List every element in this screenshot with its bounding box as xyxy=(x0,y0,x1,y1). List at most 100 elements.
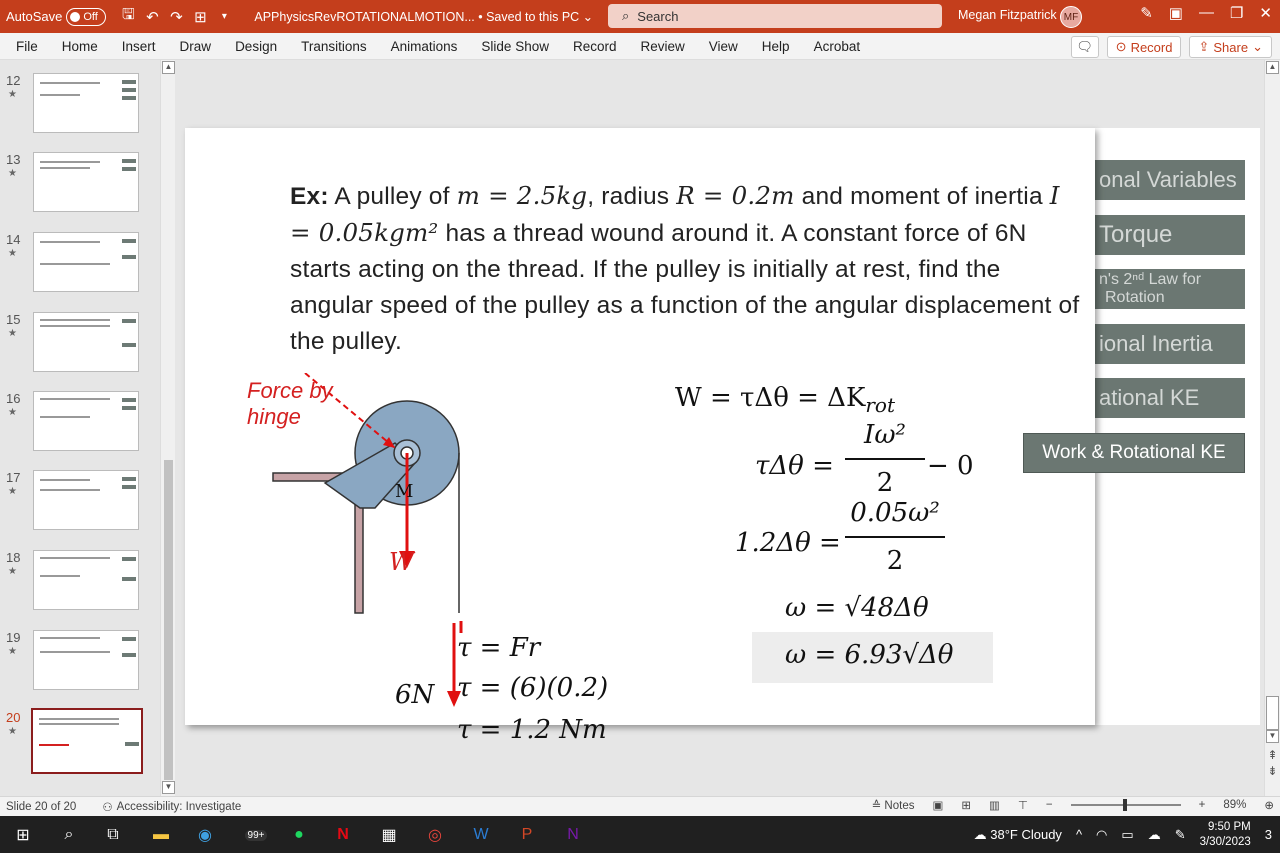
user-name[interactable]: Megan Fitzpatrick xyxy=(958,8,1057,22)
slide-sorter-icon[interactable]: ⊞ xyxy=(961,798,971,812)
menu-work-rotational-ke[interactable]: Work & Rotational KE xyxy=(1023,433,1245,473)
mail-icon[interactable]: 99+ xyxy=(238,822,274,848)
menu-newtons-law[interactable]: n's 2ⁿᵈ Law for Rotation xyxy=(1095,269,1245,309)
powerpoint-icon[interactable]: P xyxy=(514,822,540,848)
minimize-icon[interactable]: — xyxy=(1199,4,1214,22)
animation-star-icon: ★ xyxy=(8,646,17,657)
pen-icon[interactable]: ✎ xyxy=(1175,827,1186,843)
thumbnail-scrollbar[interactable]: ▲ ▼ xyxy=(160,60,175,796)
tab-slide-show[interactable]: Slide Show xyxy=(469,39,561,54)
edge-icon[interactable]: ◉ xyxy=(192,822,218,848)
tab-draw[interactable]: Draw xyxy=(168,39,224,54)
scroll-up-icon[interactable]: ▲ xyxy=(162,61,175,74)
six-newton-label: 6N xyxy=(395,680,435,710)
scroll-up-icon[interactable]: ▲ xyxy=(1266,61,1279,74)
windows-start-icon[interactable]: ⊞ xyxy=(10,822,36,848)
save-icon[interactable]: 🖫 xyxy=(116,4,140,29)
scroll-down-icon[interactable]: ▼ xyxy=(162,781,175,794)
slide[interactable]: Ex: A pulley of m = 2.5kg, radius R = 0.… xyxy=(185,128,1095,745)
ribbon-display-icon[interactable]: ▣ xyxy=(1169,4,1183,22)
notes-button[interactable]: ≙ Notes xyxy=(872,798,915,812)
comments-button[interactable]: 🗨 xyxy=(1070,36,1099,58)
mail-badge: 99+ xyxy=(244,829,268,841)
task-view-icon[interactable]: ⧉ xyxy=(100,822,126,848)
store-icon[interactable]: ▦ xyxy=(376,822,402,848)
slide-thumbnail-18[interactable]: 18 ★ xyxy=(0,550,160,630)
customize-chevron-icon[interactable]: ▾ xyxy=(212,11,236,22)
undo-icon[interactable]: ↶ xyxy=(140,8,164,26)
record-icon: ⊙ xyxy=(1115,39,1127,54)
menu-rotational-variables[interactable]: onal Variables xyxy=(1095,160,1245,200)
next-slide-icon[interactable]: ⇟ xyxy=(1266,764,1279,778)
file-explorer-icon[interactable]: ▬ xyxy=(148,822,174,848)
clock[interactable]: 9:50 PM 3/30/2023 xyxy=(1200,820,1251,850)
slide-thumbnail-12[interactable]: 12 ★ xyxy=(0,73,160,153)
search-icon[interactable]: ⌕ xyxy=(56,822,82,848)
spotify-icon[interactable]: ● xyxy=(286,822,312,848)
notification-icon[interactable]: 3 xyxy=(1265,827,1272,842)
present-icon[interactable]: ⊞ xyxy=(188,8,212,26)
thumbnail-preview xyxy=(33,630,139,690)
thumbnail-preview xyxy=(33,550,139,610)
tab-design[interactable]: Design xyxy=(223,39,289,54)
tab-home[interactable]: Home xyxy=(50,39,110,54)
slideshow-icon[interactable]: ⊤ xyxy=(1018,798,1028,812)
zoom-slider[interactable] xyxy=(1070,799,1181,811)
tab-acrobat[interactable]: Acrobat xyxy=(802,39,873,54)
chrome-icon[interactable]: ◎ xyxy=(422,822,448,848)
battery-icon[interactable]: ▭ xyxy=(1121,827,1133,843)
search-box[interactable]: ⌕ Search xyxy=(608,4,942,28)
netflix-icon[interactable]: N xyxy=(330,822,356,848)
scroll-thumb[interactable] xyxy=(164,460,173,780)
slide-thumbnail-14[interactable]: 14 ★ xyxy=(0,232,160,312)
menu-rotational-ke[interactable]: ational KE xyxy=(1095,378,1245,418)
canvas-scrollbar[interactable]: ▲ ▼ ⇞ ⇟ xyxy=(1264,60,1280,796)
autosave[interactable]: AutoSave Off xyxy=(6,7,107,26)
autosave-toggle[interactable]: Off xyxy=(66,7,107,26)
slide-thumbnail-13[interactable]: 13 ★ xyxy=(0,152,160,232)
slide-thumbnail-15[interactable]: 15 ★ xyxy=(0,312,160,392)
close-icon[interactable]: ✕ xyxy=(1259,4,1272,22)
wifi-icon[interactable]: ◠ xyxy=(1096,827,1107,843)
chevron-down-icon: ⌄ xyxy=(1252,39,1263,54)
slide-thumbnail-20[interactable]: 20 ★ xyxy=(0,708,160,790)
zoom-level[interactable]: 89% xyxy=(1223,799,1246,811)
weather-widget[interactable]: ☁ 38°F Cloudy xyxy=(974,827,1062,843)
slide-thumbnail-19[interactable]: 19 ★ xyxy=(0,630,160,710)
tab-transitions[interactable]: Transitions xyxy=(289,39,379,54)
accessibility-button[interactable]: ⚇ Accessibility: Investigate xyxy=(102,800,241,814)
record-button[interactable]: ⊙ Record xyxy=(1106,36,1182,58)
previous-slide-icon[interactable]: ⇞ xyxy=(1266,748,1279,762)
word-icon[interactable]: W xyxy=(468,822,494,848)
tab-help[interactable]: Help xyxy=(750,39,802,54)
tray-chevron-icon[interactable]: ^ xyxy=(1076,827,1082,842)
slide-thumbnail-17[interactable]: 17 ★ xyxy=(0,470,160,550)
animation-star-icon: ★ xyxy=(8,89,17,100)
restore-icon[interactable]: ❐ xyxy=(1230,4,1243,22)
slide-thumbnail-16[interactable]: 16 ★ xyxy=(0,391,160,471)
fit-to-window-icon[interactable]: ⊕ xyxy=(1264,798,1274,812)
normal-view-icon[interactable]: ▣ xyxy=(932,798,943,812)
tab-record[interactable]: Record xyxy=(561,39,629,54)
scroll-thumb[interactable] xyxy=(1266,696,1279,730)
menu-rotational-inertia[interactable]: ional Inertia xyxy=(1095,324,1245,364)
tab-insert[interactable]: Insert xyxy=(110,39,168,54)
zoom-out-icon[interactable]: − xyxy=(1046,799,1053,811)
tab-animations[interactable]: Animations xyxy=(379,39,470,54)
avatar[interactable]: MF xyxy=(1060,6,1082,28)
zoom-in-icon[interactable]: + xyxy=(1199,799,1206,811)
onenote-icon[interactable]: N xyxy=(560,822,586,848)
designer-icon[interactable]: ✎ xyxy=(1140,4,1153,22)
redo-icon[interactable]: ↷ xyxy=(164,8,188,26)
scroll-down-icon[interactable]: ▼ xyxy=(1266,730,1279,743)
search-input[interactable]: Search xyxy=(637,9,678,24)
eq2-denominator: 2 xyxy=(876,468,894,498)
document-title[interactable]: APPhysicsRevROTATIONALMOTION... • Saved … xyxy=(254,9,593,24)
share-button[interactable]: ⇪ Share ⌄ xyxy=(1189,36,1272,58)
tab-view[interactable]: View xyxy=(697,39,750,54)
menu-torque[interactable]: Torque xyxy=(1095,215,1245,255)
tab-review[interactable]: Review xyxy=(629,39,697,54)
reading-view-icon[interactable]: ▥ xyxy=(989,798,1000,812)
tab-file[interactable]: File xyxy=(0,39,50,54)
onedrive-icon[interactable]: ☁ xyxy=(1148,827,1161,843)
